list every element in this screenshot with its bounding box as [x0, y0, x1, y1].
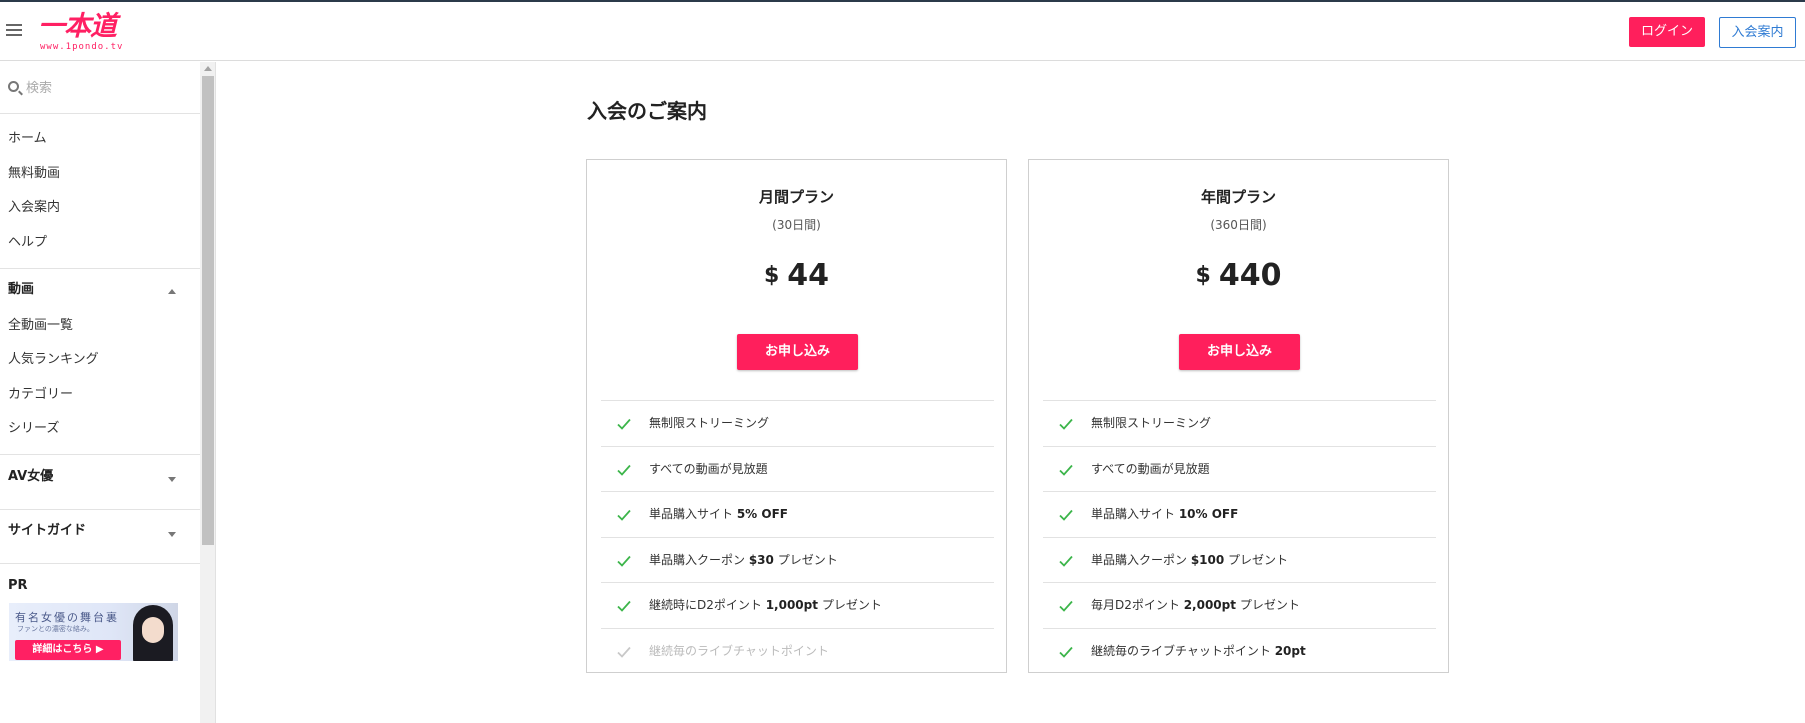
sidebar-item-free-videos[interactable]: 無料動画 [8, 164, 60, 184]
sidebar-section-videos[interactable]: 動画 [8, 280, 34, 300]
scroll-up-arrow-icon[interactable] [204, 66, 212, 71]
feature-text: 単品購入サイト 10% OFF [1091, 507, 1239, 521]
feature-item: 継続時にD2ポイント 1,000pt プレゼント [601, 582, 994, 628]
checkmark-icon [617, 600, 631, 612]
checkmark-icon [1059, 418, 1073, 430]
feature-text: 単品購入サイト 5% OFF [649, 507, 788, 521]
checkmark-icon [1059, 600, 1073, 612]
feature-text: 単品購入クーポン $30 プレゼント [649, 552, 838, 567]
plan-card-annual: 年間プラン (360日間) $440 お申し込み 無制限ストリーミング すべての動… [1028, 159, 1449, 673]
sidebar-search [0, 62, 200, 114]
feature-list: 無制限ストリーミング すべての動画が見放題単品購入サイト 10% OFF 単品購入ク… [1043, 400, 1436, 673]
feature-item: 単品購入クーポン $30 プレゼント [601, 536, 994, 583]
price-currency: $ [763, 263, 780, 288]
site-header: 一本道 www.1pondo.tv ログイン 入会案内 [0, 2, 1805, 61]
sidebar-divider [0, 509, 200, 510]
checkmark-icon [1059, 509, 1073, 521]
sidebar-divider [0, 563, 200, 564]
plan-card-monthly: 月間プラン (30日間) $44 お申し込み 無制限ストリーミング すべての動画が… [586, 159, 1007, 673]
plan-period: (360日間) [1210, 218, 1267, 232]
apply-button[interactable]: お申し込み [1179, 334, 1300, 370]
sidebar-section-site-guide[interactable]: サイトガイド [8, 521, 86, 541]
feature-text: 毎月D2ポイント 2,000pt プレゼント [1091, 598, 1300, 612]
feature-item: 無制限ストリーミング [601, 400, 994, 446]
sidebar-item-all-videos[interactable]: 全動画一覧 [8, 316, 73, 336]
feature-item: すべての動画が見放題 [601, 445, 994, 492]
feature-text: 継続毎のライブチャットポイント 20pt [1091, 643, 1306, 658]
logo-mark: 一本道 [38, 11, 117, 42]
apply-button[interactable]: お申し込み [737, 334, 858, 370]
feature-list: 無制限ストリーミング すべての動画が見放題単品購入サイト 5% OFF 単品購入クー… [601, 400, 994, 673]
sidebar-scrollbar[interactable] [200, 62, 216, 723]
sidebar-item-help[interactable]: ヘルプ [8, 233, 47, 253]
sidebar-item-home[interactable]: ホーム [8, 129, 47, 149]
feature-text: すべての動画が見放題 [1091, 461, 1210, 476]
feature-item: 継続毎のライブチャットポイント [601, 627, 994, 674]
checkmark-icon [1059, 555, 1073, 567]
plan-price: $440 [1029, 258, 1448, 293]
sidebar-divider [0, 268, 200, 269]
sidebar-divider [0, 454, 200, 455]
feature-item: 無制限ストリーミング [1043, 400, 1436, 446]
plan-price: $44 [587, 258, 1006, 293]
menu-icon[interactable] [6, 24, 22, 36]
feature-text: 無制限ストリーミング [649, 416, 770, 430]
pr-banner[interactable]: 有名女優の舞台裏 ファンとの濃密な絡み。 詳細はこちら ▶ [9, 603, 178, 661]
login-button[interactable]: ログイン [1629, 17, 1705, 47]
sidebar-item-ranking[interactable]: 人気ランキング [8, 350, 99, 370]
sidebar-item-series[interactable]: シリーズ [8, 419, 59, 439]
plan-name: 年間プラン [1200, 188, 1276, 206]
price-currency: $ [1195, 263, 1211, 288]
sidebar: ホーム 無料動画 入会案内 ヘルプ 動画 全動画一覧 人気ランキング カテゴリー… [0, 62, 200, 723]
checkmark-icon [617, 418, 631, 430]
sidebar-section-actresses[interactable]: AV女優 [8, 467, 53, 487]
main-content: 入会のご案内 月間プラン (30日間) $44 お申し込み 無制限ストリーミング… [217, 62, 1805, 723]
pr-details-button[interactable]: 詳細はこちら ▶ [15, 640, 121, 660]
logo-url: www.1pondo.tv [40, 42, 124, 52]
chevron-up-icon[interactable] [168, 289, 176, 294]
chevron-down-icon[interactable] [168, 532, 176, 537]
site-logo[interactable]: 一本道 www.1pondo.tv [38, 11, 138, 53]
scrollbar-thumb[interactable] [202, 76, 214, 545]
sidebar-section-pr: PR [8, 578, 28, 593]
feature-item: 単品購入サイト 5% OFF [601, 491, 994, 537]
plan-period: (30日間) [772, 218, 821, 232]
plan-name: 月間プラン [758, 188, 834, 206]
checkmark-icon [617, 646, 631, 658]
page-title: 入会のご案内 [587, 99, 707, 123]
checkmark-icon [617, 464, 631, 476]
feature-item: すべての動画が見放題 [1043, 445, 1436, 492]
feature-item: 毎月D2ポイント 2,000pt プレゼント [1043, 582, 1436, 628]
sidebar-item-join-info[interactable]: 入会案内 [8, 198, 60, 218]
feature-item: 単品購入サイト 10% OFF [1043, 491, 1436, 537]
feature-text: 継続時にD2ポイント 1,000pt プレゼント [649, 598, 882, 612]
pr-details-label: 詳細はこちら [32, 644, 93, 655]
price-amount: 44 [787, 258, 830, 293]
checkmark-icon [1059, 646, 1073, 658]
feature-text: すべての動画が見放題 [649, 461, 768, 476]
join-info-button[interactable]: 入会案内 [1719, 17, 1796, 48]
feature-text: 無制限ストリーミング [1091, 416, 1212, 430]
pr-banner-title: 有名女優の舞台裏 [15, 611, 119, 624]
chevron-down-icon[interactable] [168, 477, 176, 482]
feature-text: 単品購入クーポン $100 プレゼント [1091, 552, 1289, 567]
search-input[interactable] [26, 76, 186, 100]
feature-item: 単品購入クーポン $100 プレゼント [1043, 536, 1436, 583]
checkmark-icon [617, 555, 631, 567]
pr-banner-photo [125, 603, 178, 661]
pr-banner-subtitle: ファンとの濃密な絡み。 [17, 625, 94, 633]
sidebar-item-categories[interactable]: カテゴリー [8, 385, 73, 405]
checkmark-icon [617, 509, 631, 521]
feature-text: 継続毎のライブチャットポイント [649, 643, 829, 658]
checkmark-icon [1059, 464, 1073, 476]
search-icon [8, 81, 19, 92]
feature-item: 継続毎のライブチャットポイント 20pt [1043, 627, 1436, 674]
price-amount: 440 [1218, 258, 1282, 293]
